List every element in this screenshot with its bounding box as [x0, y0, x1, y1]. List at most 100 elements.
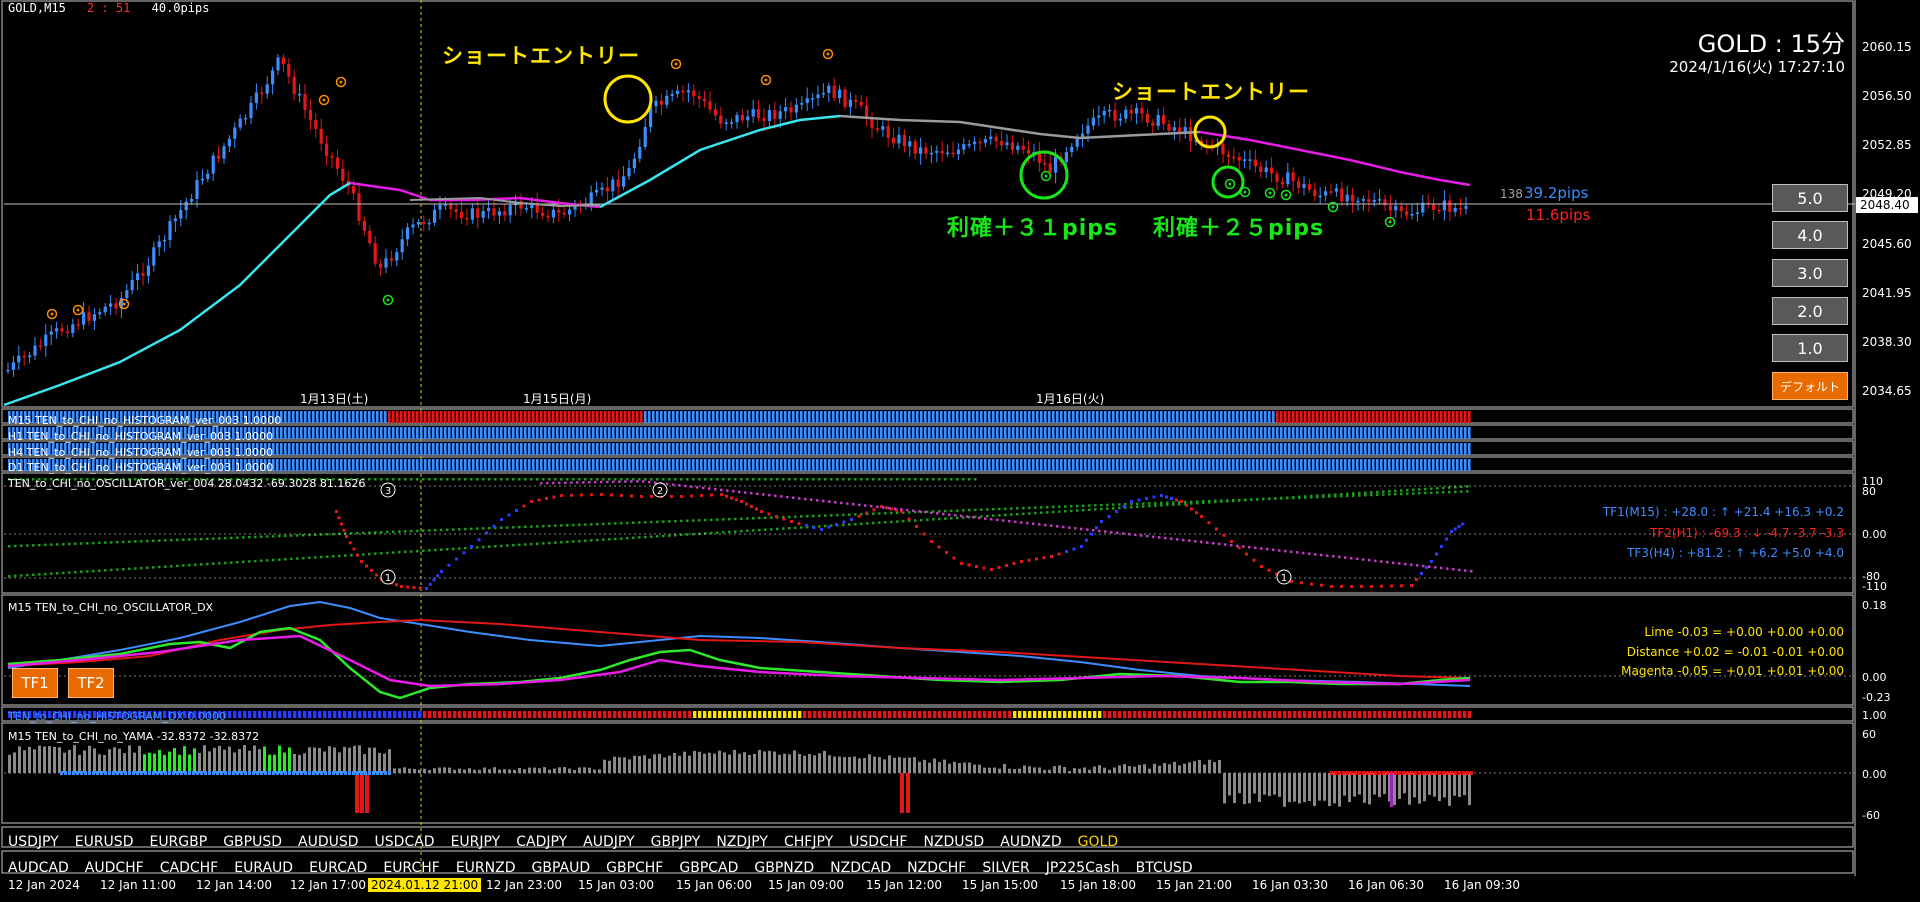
symbol-tab-btcusd[interactable]: BTCUSD	[1136, 860, 1193, 876]
symbol-tab-gbpusd[interactable]: GBPUSD	[223, 834, 282, 850]
symbol-tab-euraud[interactable]: EURAUD	[234, 860, 293, 876]
osc-dot	[975, 565, 978, 568]
symbol-tab-cadjpy[interactable]: CADJPY	[516, 834, 567, 850]
histogram-bar	[456, 411, 459, 423]
osc-trend-dot	[236, 560, 239, 564]
symbol-tab-audjpy[interactable]: AUDJPY	[583, 834, 634, 850]
histogram-bar	[924, 443, 927, 455]
default-button[interactable]: デフォルト	[1772, 372, 1848, 400]
histogram-bar	[1288, 443, 1291, 455]
symbol-tab-usdjpy[interactable]: USDJPY	[8, 834, 59, 850]
histogram-bar	[1232, 443, 1235, 455]
symbol-tab-eurgbp[interactable]: EURGBP	[149, 834, 207, 850]
symbol-tab-silver[interactable]: SILVER	[982, 860, 1029, 876]
symbol-tab-eurcad[interactable]: EURCAD	[309, 860, 367, 876]
candle-body	[568, 209, 572, 215]
histogram-bar	[1048, 411, 1051, 423]
symbol-tab-jp225cash[interactable]: JP225Cash	[1046, 860, 1120, 876]
histogram-bar	[812, 459, 815, 471]
symbol-tab-gbpcad[interactable]: GBPCAD	[679, 860, 738, 876]
histogram-bar	[668, 427, 671, 439]
candle-body	[1410, 214, 1414, 216]
lot-4-button[interactable]: 4.0	[1772, 221, 1848, 249]
histogram-bar	[460, 443, 463, 455]
candle-body	[541, 212, 545, 216]
symbol-tab-nzdchf[interactable]: NZDCHF	[907, 860, 966, 876]
histogram-bar	[868, 427, 871, 439]
candle-body	[1129, 109, 1133, 114]
histogram-bar	[624, 459, 627, 471]
histogram-bar	[1308, 427, 1311, 439]
histogram-bar	[772, 459, 775, 471]
symbol-tab-gbpaud[interactable]: GBPAUD	[532, 860, 591, 876]
yama-bar	[1028, 766, 1031, 773]
symbol-tab-gbpnzd[interactable]: GBPNZD	[754, 860, 814, 876]
yama-bar	[93, 748, 96, 773]
hist-dx-bar	[1153, 711, 1157, 718]
yama-bar	[1408, 773, 1411, 805]
symbol-tab-audnzd[interactable]: AUDNZD	[1000, 834, 1061, 850]
lot-2-button[interactable]: 2.0	[1772, 297, 1848, 325]
histogram-bar	[484, 459, 487, 471]
candle-body	[281, 57, 285, 65]
symbol-tab-eurnzd[interactable]: EURNZD	[456, 860, 516, 876]
symbol-tab-audcad[interactable]: AUDCAD	[8, 860, 69, 876]
tf2-button[interactable]: TF2	[68, 668, 114, 698]
osc-magenta-dot	[1188, 539, 1191, 542]
candle-body	[1016, 145, 1020, 150]
yama-red-strip	[1462, 771, 1465, 775]
yama-blue-strip	[172, 771, 175, 775]
symbol-tab-eurjpy[interactable]: EURJPY	[451, 834, 501, 850]
yama-bar	[128, 745, 131, 773]
histogram-bar	[1428, 411, 1431, 423]
symbol-tab-usdcad[interactable]: USDCAD	[375, 834, 435, 850]
histogram-bar	[1392, 443, 1395, 455]
histogram-bar	[984, 411, 987, 423]
symbol-tab-usdchf[interactable]: USDCHF	[849, 834, 907, 850]
histogram-bar	[288, 459, 291, 471]
symbol-tab-nzdjpy[interactable]: NZDJPY	[716, 834, 768, 850]
osc-dot	[590, 493, 593, 497]
histogram-bar	[380, 443, 383, 455]
histogram-bar	[1264, 443, 1267, 455]
candle-body	[951, 152, 955, 155]
osc-dot	[1445, 537, 1448, 541]
histogram-bar	[428, 427, 431, 439]
histogram-bar	[1312, 427, 1315, 439]
osc-trend-dot	[1436, 491, 1439, 494]
histogram-bar	[728, 411, 731, 423]
histogram-bar	[520, 411, 523, 423]
osc-trend-dot	[1142, 505, 1145, 508]
hist-dx-bar	[698, 711, 702, 718]
lot-1-button[interactable]: 1.0	[1772, 334, 1848, 362]
histogram-bar	[796, 411, 799, 423]
osc-trend-dot	[266, 535, 269, 538]
symbol-tab-cadchf[interactable]: CADCHF	[160, 860, 219, 876]
symbol-tab-nzdusd[interactable]: NZDUSD	[923, 834, 984, 850]
osc-trend-dot	[872, 512, 875, 515]
lot-3-button[interactable]: 3.0	[1772, 259, 1848, 287]
hist-dx-bar	[1088, 711, 1092, 718]
symbol-tab-nzdcad[interactable]: NZDCAD	[830, 860, 891, 876]
symbol-tab-eurchf[interactable]: EURCHF	[383, 860, 439, 876]
lot-5-button[interactable]: 5.0	[1772, 184, 1848, 212]
histogram-bar	[1072, 411, 1075, 423]
symbol-tab-eurusd[interactable]: EURUSD	[75, 834, 134, 850]
osc-dot	[477, 538, 481, 542]
symbol-tab-gbpchf[interactable]: GBPCHF	[606, 860, 663, 876]
chart-canvas[interactable]: 3 21 1	[0, 0, 1920, 902]
osc-trend-dot	[1166, 503, 1169, 507]
symbol-tab-gold[interactable]: GOLD	[1078, 834, 1118, 850]
hist-dx-bar	[628, 711, 632, 718]
osc-dot	[1245, 552, 1248, 556]
histogram-bar	[648, 411, 651, 423]
osc-trend-dot	[1400, 489, 1403, 492]
symbol-tab-audchf[interactable]: AUDCHF	[85, 860, 144, 876]
symbol-tab-audusd[interactable]: AUDUSD	[298, 834, 359, 850]
histogram-bar	[836, 443, 839, 455]
symbol-tab-gbpjpy[interactable]: GBPJPY	[651, 834, 701, 850]
histogram-bar	[792, 443, 795, 455]
tf1-button[interactable]: TF1	[12, 668, 58, 698]
symbol-tab-chfjpy[interactable]: CHFJPY	[784, 834, 833, 850]
histogram-bar	[336, 427, 339, 439]
